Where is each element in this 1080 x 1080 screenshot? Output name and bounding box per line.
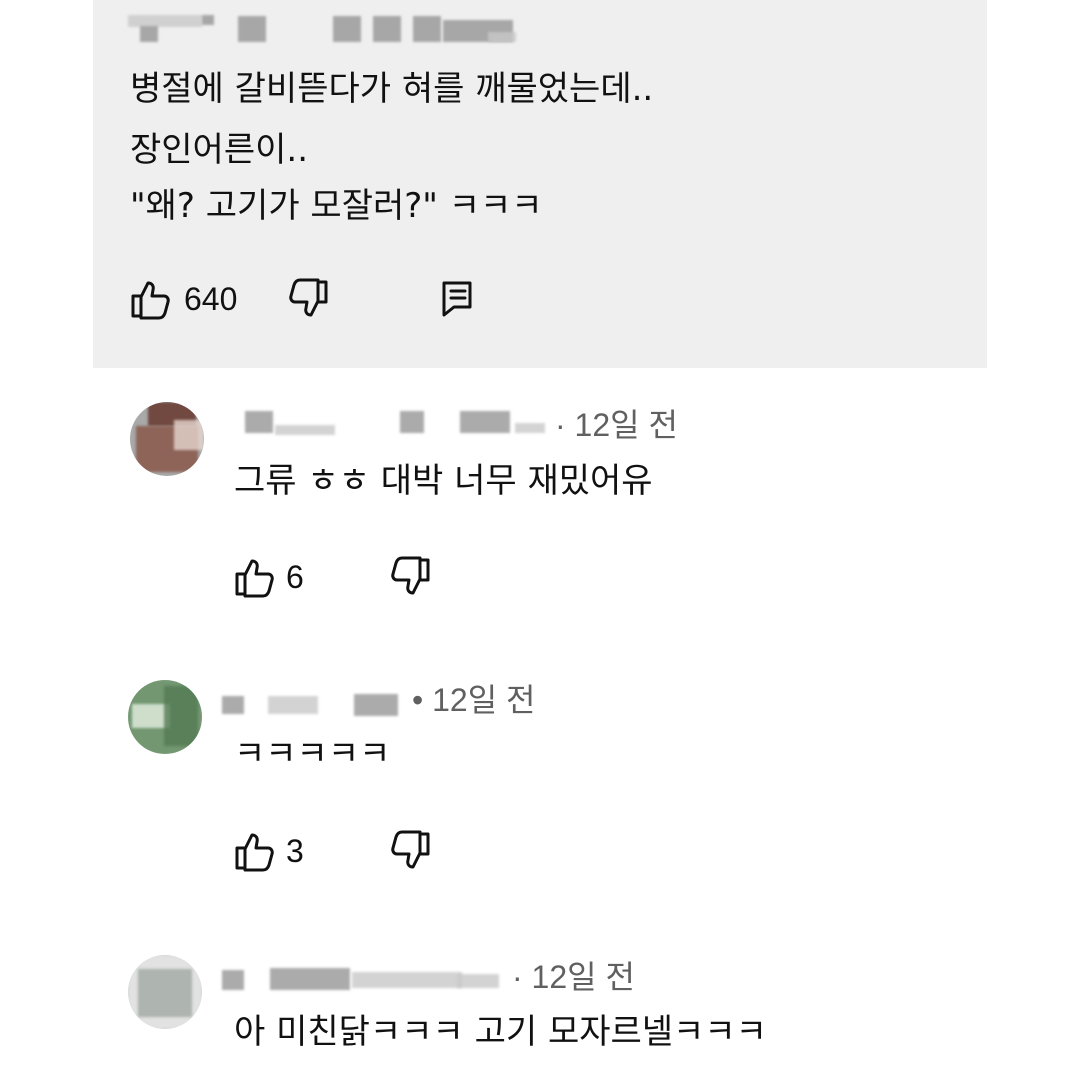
avatar[interactable] [128, 955, 202, 1029]
reply-like-count: 6 [286, 559, 304, 595]
reply-like-count: 3 [286, 833, 304, 869]
main-comment-actions: 640 [130, 278, 479, 320]
main-like-count: 640 [184, 281, 238, 317]
thumbs-down-icon[interactable] [389, 556, 431, 598]
top-author-blurred [128, 8, 548, 42]
reply-text: ㅋㅋㅋㅋㅋ [234, 734, 391, 774]
main-comment-line-1: 병절에 갈비뜯다가 혀를 깨물었는데.. [130, 69, 654, 109]
reply-author-blurred [230, 405, 560, 439]
avatar[interactable] [128, 680, 202, 754]
main-comment-line-2: 장인어른이.. [130, 130, 309, 170]
reply-text: 그류 ㅎㅎ 대박 너무 재밌어유 [234, 461, 653, 501]
reply-text: 아 미친닭ㅋㅋㅋ 고기 모자르넬ㅋㅋㅋ [234, 1012, 767, 1052]
thumbs-down-icon[interactable] [389, 830, 431, 872]
reply-actions: 3 [234, 830, 431, 872]
reply-author-blurred [222, 684, 417, 718]
thumbs-up-icon[interactable] [234, 830, 276, 872]
thumbs-up-icon[interactable] [234, 556, 276, 598]
reply-time: · 12일 전 [555, 407, 678, 443]
reply-time: · 12일 전 [512, 959, 635, 995]
reply-actions: 6 [234, 556, 431, 598]
avatar[interactable] [130, 402, 204, 476]
reply-time: • 12일 전 [412, 682, 536, 718]
reply-author-blurred [222, 958, 522, 992]
reply-icon[interactable] [437, 278, 479, 320]
main-comment-line-3: "왜? 고기가 모잘러?" ㅋㅋㅋ [130, 186, 543, 226]
thumbs-down-icon[interactable] [287, 278, 329, 320]
thumbs-up-icon[interactable] [130, 278, 172, 320]
